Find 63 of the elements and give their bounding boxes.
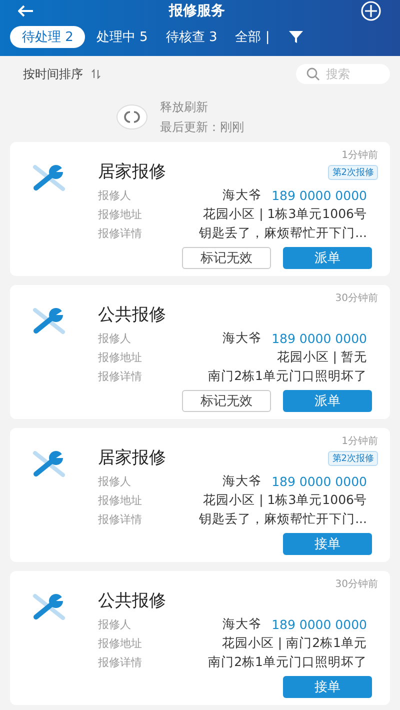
search-field[interactable]: 搜索 <box>296 64 390 84</box>
phone-link[interactable]: 189 0000 0000 <box>272 331 367 346</box>
add-icon[interactable] <box>360 1 382 21</box>
status-tab[interactable]: 全部 | <box>228 26 277 48</box>
mark-invalid-button[interactable]: 标记无效 <box>182 390 271 412</box>
phone-link[interactable]: 189 0000 0000 <box>272 188 367 203</box>
sort-label[interactable]: 按时间排序 <box>23 66 83 82</box>
field-value: 花园小区 | 南门2栋1单元 <box>222 635 367 652</box>
field-value: 海大爷 <box>222 330 262 347</box>
field-value: 花园小区 | 1栋3单元1006号 <box>203 206 367 223</box>
repair-type: 公共报修 <box>98 304 166 326</box>
status-tab[interactable]: 待核查 3 <box>158 26 224 48</box>
field-value: 钥匙丢了，麻烦帮忙开下门... <box>199 511 367 528</box>
repair-type: 居家报修 <box>98 447 166 469</box>
field-label: 报修地址 <box>98 636 142 651</box>
field-value: 海大爷 <box>222 187 262 204</box>
field-label: 报修详情 <box>98 226 142 241</box>
field-label: 报修地址 <box>98 493 142 508</box>
field-value: 海大爷 <box>222 616 262 633</box>
field-value: 花园小区 | 1栋3单元1006号 <box>203 492 367 509</box>
action-button[interactable]: 派单 <box>283 390 372 412</box>
field-value: 海大爷 <box>222 473 262 490</box>
back-icon[interactable] <box>18 5 34 17</box>
field-label: 报修地址 <box>98 207 142 222</box>
field-label: 报修详情 <box>98 369 142 384</box>
field-label: 报修人 <box>98 331 131 346</box>
search-icon <box>306 67 320 81</box>
field-label: 报修地址 <box>98 350 142 365</box>
field-value: 钥匙丢了，麻烦帮忙开下门... <box>199 225 367 242</box>
field-value: 南门2栋1单元门口照明坏了 <box>208 368 367 385</box>
time-ago: 1分钟前 <box>342 148 378 162</box>
time-ago: 30分钟前 <box>335 292 378 305</box>
page-title: 报修服务 <box>169 2 225 20</box>
field-label: 报修人 <box>98 188 131 203</box>
action-button[interactable]: 派单 <box>283 247 372 269</box>
repair-type: 公共报修 <box>98 590 166 612</box>
status-tab[interactable]: 处理中 5 <box>89 26 155 48</box>
field-value: 花园小区 | 暂无 <box>276 349 367 366</box>
filter-icon[interactable] <box>288 31 303 43</box>
time-ago: 30分钟前 <box>335 578 378 591</box>
time-ago: 1分钟前 <box>342 434 378 448</box>
field-label: 报修详情 <box>98 512 142 527</box>
action-button[interactable]: 接单 <box>283 676 372 698</box>
last-updated: 最后更新：刚刚 <box>160 118 244 136</box>
repeat-tag: 第2次报修 <box>328 451 378 466</box>
field-label: 报修详情 <box>98 655 142 670</box>
mark-invalid-button[interactable]: 标记无效 <box>182 247 271 269</box>
action-button[interactable]: 接单 <box>283 533 372 555</box>
field-label: 报修人 <box>98 617 131 632</box>
wrench-screwdriver-icon <box>32 593 66 621</box>
wrench-screwdriver-icon <box>32 164 66 192</box>
phone-link[interactable]: 189 0000 0000 <box>272 617 367 632</box>
refresh-icon <box>116 104 148 130</box>
wrench-screwdriver-icon <box>32 450 66 478</box>
repair-type: 居家报修 <box>98 161 166 183</box>
repeat-tag: 第2次报修 <box>328 165 378 180</box>
refresh-status: 释放刷新 <box>160 98 209 116</box>
sort-icon[interactable] <box>91 69 101 79</box>
phone-link[interactable]: 189 0000 0000 <box>272 474 367 489</box>
field-label: 报修人 <box>98 474 131 489</box>
field-value: 南门2栋1单元门口照明坏了 <box>208 654 367 671</box>
wrench-screwdriver-icon <box>32 307 66 335</box>
status-tab[interactable]: 待处理 2 <box>10 26 86 48</box>
